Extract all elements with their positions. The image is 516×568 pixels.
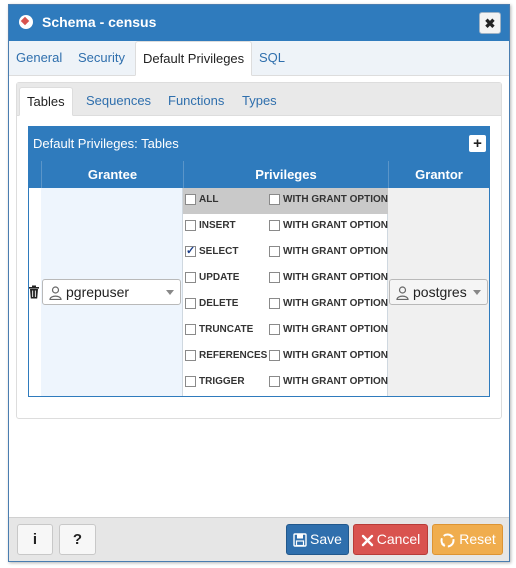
subtab-types[interactable]: Types [235, 87, 284, 115]
privilege-checkbox-all[interactable] [185, 194, 196, 205]
grant-option-checkbox-trigger[interactable] [269, 376, 280, 387]
subtab-tables[interactable]: Tables [19, 87, 73, 116]
tab-general[interactable]: General [9, 41, 69, 75]
chevron-down-icon [473, 290, 481, 295]
reset-button[interactable]: Reset [432, 524, 503, 555]
grant-option-checkbox-truncate[interactable] [269, 324, 280, 335]
grid-title: Default Privileges: Tables [33, 136, 179, 151]
grant-option-label: WITH GRANT OPTION [283, 246, 388, 257]
gutter-header [29, 161, 41, 188]
privilege-checkbox-select[interactable] [185, 244, 196, 257]
grant-option-label: WITH GRANT OPTION [283, 324, 388, 335]
schema-icon [19, 15, 33, 29]
column-header-grantee[interactable]: Grantee [41, 161, 183, 188]
privilege-checkbox-delete[interactable] [185, 298, 196, 309]
privilege-row: REFERENCES WITH GRANT OPTION [183, 344, 388, 370]
grantee-cell: pgrepuser [41, 188, 183, 396]
main-tabs: General Security Default Privileges SQL [9, 41, 509, 76]
grant-option-checkbox-all[interactable] [269, 194, 280, 205]
privilege-checkbox-references[interactable] [185, 350, 196, 361]
privilege-row: DELETE WITH GRANT OPTION [183, 292, 388, 318]
column-header-privileges[interactable]: Privileges [183, 161, 388, 188]
privilege-row: UPDATE WITH GRANT OPTION [183, 266, 388, 292]
privileges-cell: ALL WITH GRANT OPTION INSERT WITH GRANT … [183, 188, 388, 396]
privilege-checkbox-trigger[interactable] [185, 376, 196, 387]
close-icon [361, 534, 373, 546]
privilege-label: UPDATE [199, 272, 240, 283]
grant-option-checkbox-delete[interactable] [269, 298, 280, 309]
info-button[interactable]: i [17, 524, 53, 555]
grant-option-label: WITH GRANT OPTION [283, 272, 388, 283]
object-type-tabs: Tables Sequences Functions Types [17, 83, 501, 116]
grant-option-checkbox-select[interactable] [269, 246, 280, 257]
recycle-icon [440, 533, 455, 548]
privilege-label: DELETE [199, 298, 239, 309]
chevron-down-icon [166, 290, 174, 295]
tab-sql[interactable]: SQL [252, 41, 292, 75]
close-button[interactable]: ✖ [479, 12, 501, 34]
grantee-select[interactable]: pgrepuser [42, 279, 181, 305]
tab-default-privileges[interactable]: Default Privileges [135, 41, 253, 76]
privilege-label: INSERT [199, 220, 236, 231]
grant-option-label: WITH GRANT OPTION [283, 194, 388, 205]
grant-option-label: WITH GRANT OPTION [283, 350, 388, 361]
privilege-checkbox-truncate[interactable] [185, 324, 196, 335]
grantor-cell: postgres [388, 188, 489, 396]
cancel-label: Cancel [376, 531, 421, 547]
schema-dialog: Schema - census ✖ General Security Defau… [8, 4, 510, 562]
tab-security[interactable]: Security [71, 41, 132, 75]
grantor-select[interactable]: postgres [389, 279, 488, 305]
grant-option-label: WITH GRANT OPTION [283, 298, 388, 309]
privilege-label: SELECT [199, 246, 239, 257]
dialog-titlebar[interactable]: Schema - census ✖ [9, 5, 509, 41]
dialog-footer: i ? Save Cancel Reset [9, 517, 509, 561]
floppy-disk-icon [293, 533, 307, 547]
grantor-value: postgres [413, 284, 467, 300]
privilege-label: ALL [199, 194, 219, 205]
table-row: pgrepuser ALL WITH GRANT OPTION INSERT W… [29, 188, 489, 396]
privilege-checkbox-insert[interactable] [185, 220, 196, 231]
privilege-label: TRIGGER [199, 376, 245, 387]
grant-option-checkbox-update[interactable] [269, 272, 280, 283]
privilege-row: INSERT WITH GRANT OPTION [183, 214, 388, 240]
subtab-functions[interactable]: Functions [161, 87, 231, 115]
privilege-row: TRIGGER WITH GRANT OPTION [183, 370, 388, 396]
user-icon [49, 286, 62, 300]
grant-option-checkbox-insert[interactable] [269, 220, 280, 231]
privilege-row: TRUNCATE WITH GRANT OPTION [183, 318, 388, 344]
add-row-button[interactable]: + [469, 135, 486, 152]
reset-label: Reset [459, 531, 496, 547]
save-label: Save [310, 531, 342, 547]
privilege-label: REFERENCES [199, 350, 268, 361]
dialog-title: Schema - census [42, 14, 157, 30]
user-icon [396, 286, 409, 300]
help-button[interactable]: ? [59, 524, 96, 555]
column-header-grantor[interactable]: Grantor [388, 161, 489, 188]
grant-option-checkbox-references[interactable] [269, 350, 280, 361]
cancel-button[interactable]: Cancel [353, 524, 428, 555]
privilege-checkbox-update[interactable] [185, 272, 196, 283]
subtab-sequences[interactable]: Sequences [79, 87, 158, 115]
privileges-grid: Default Privileges: Tables + Grantee Pri… [28, 126, 490, 397]
grant-option-label: WITH GRANT OPTION [283, 376, 388, 387]
privilege-row: SELECT WITH GRANT OPTION [183, 240, 388, 266]
grant-option-label: WITH GRANT OPTION [283, 220, 388, 231]
privilege-label: TRUNCATE [199, 324, 254, 335]
trash-icon[interactable] [28, 285, 40, 299]
default-privileges-panel: Tables Sequences Functions Types Default… [16, 82, 502, 419]
privilege-row: ALL WITH GRANT OPTION [183, 188, 388, 214]
grid-header: Default Privileges: Tables + [29, 127, 489, 161]
grantee-value: pgrepuser [66, 284, 130, 300]
save-button[interactable]: Save [286, 524, 349, 555]
